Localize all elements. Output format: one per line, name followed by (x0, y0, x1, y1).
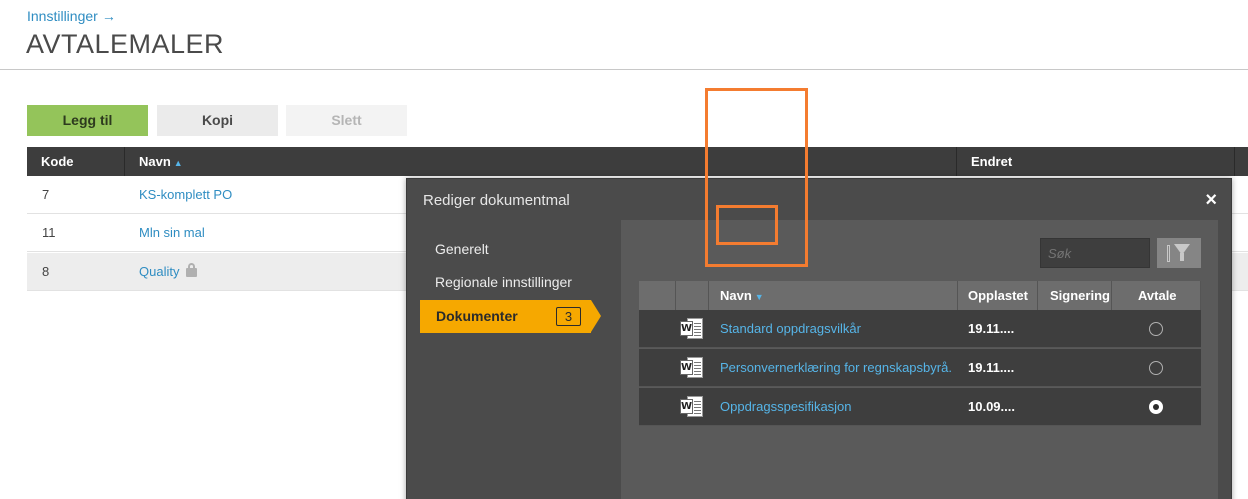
column-header-signering[interactable]: Signering (1038, 281, 1112, 310)
avtale-radio[interactable] (1149, 361, 1163, 375)
document-name-link[interactable]: Oppdragsspesifikasjon (720, 388, 852, 426)
header-divider (0, 69, 1248, 70)
nav-item-label: Dokumenter (436, 308, 518, 324)
uploaded-date: 19.11.... (968, 321, 1015, 336)
word-document-icon: W (680, 357, 703, 378)
word-document-icon: W (680, 396, 703, 417)
nav-item-regionale-innstillinger[interactable]: Regionale innstillinger (435, 274, 572, 290)
sort-descending-icon: ▼ (754, 292, 764, 302)
document-name-link[interactable]: Personvernerklæring for regnskapsbyrå. (720, 349, 952, 387)
column-header-endret[interactable]: Endret (957, 147, 1235, 176)
column-header-icon (676, 281, 709, 310)
row-navn-link[interactable]: Quality (139, 253, 198, 291)
document-count-badge: 3 (556, 307, 581, 326)
filter-button[interactable] (1157, 238, 1201, 268)
copy-button[interactable]: Kopi (157, 105, 278, 136)
dialog-title: Rediger dokumentmal (423, 192, 570, 209)
document-row[interactable]: W Personvernerklæring for regnskapsbyrå.… (639, 349, 1201, 387)
delete-button: Slett (286, 105, 407, 136)
breadcrumb-link-innstillinger[interactable]: Innstillinger (27, 8, 98, 24)
nav-item-dokumenter[interactable]: Dokumenter 3 (420, 300, 601, 333)
uploaded-date: 19.11.... (968, 360, 1015, 375)
add-button[interactable]: Legg til (27, 105, 148, 136)
document-name-link[interactable]: Standard oppdragsvilkår (720, 310, 861, 348)
breadcrumb[interactable]: Innstillinger → (27, 8, 116, 24)
filter-toggle-icon (1167, 245, 1170, 262)
document-row[interactable]: W Oppdragsspesifikasjon 10.09.... (639, 388, 1201, 426)
documents-panel: Navn▼ Opplastet Signering Avtale W Stand… (621, 220, 1218, 499)
column-header-avtale[interactable]: Avtale (1112, 281, 1201, 310)
row-kode: 7 (42, 187, 50, 202)
column-header-blank (639, 281, 676, 310)
row-kode: 8 (42, 264, 50, 279)
close-icon[interactable]: × (1205, 190, 1217, 210)
column-header-navn[interactable]: Navn ▲ (125, 147, 957, 176)
uploaded-date: 10.09.... (968, 399, 1015, 414)
row-navn-link[interactable]: KS-komplett PO (139, 176, 232, 214)
row-kode: 11 (42, 225, 56, 240)
arrow-right-icon: → (101, 8, 116, 24)
main-table-header: Kode Navn ▲ Endret (27, 147, 1248, 176)
nav-item-generelt[interactable]: Generelt (435, 241, 489, 257)
documents-table-header: Navn ▼ Opplastet Signering Avtale (639, 281, 1201, 310)
column-header-kode[interactable]: Kode (27, 147, 125, 176)
page-title: AVTALEMALER (26, 29, 225, 59)
avtale-radio[interactable] (1149, 322, 1163, 336)
word-document-icon: W (680, 318, 703, 339)
column-header-opplastet[interactable]: Opplastet (958, 281, 1038, 310)
column-header-navn[interactable]: Navn ▼ (709, 281, 958, 310)
document-row[interactable]: W Standard oppdragsvilkår 19.11.... (639, 310, 1201, 348)
lock-icon (186, 263, 198, 277)
row-navn-link[interactable]: Mln sin mal (139, 214, 205, 252)
edit-document-template-dialog: Rediger dokumentmal × Generelt Regionale… (406, 178, 1232, 499)
search-input[interactable] (1040, 238, 1150, 268)
sort-ascending-icon: ▲ (173, 158, 183, 168)
avtale-radio-selected[interactable] (1149, 400, 1163, 414)
